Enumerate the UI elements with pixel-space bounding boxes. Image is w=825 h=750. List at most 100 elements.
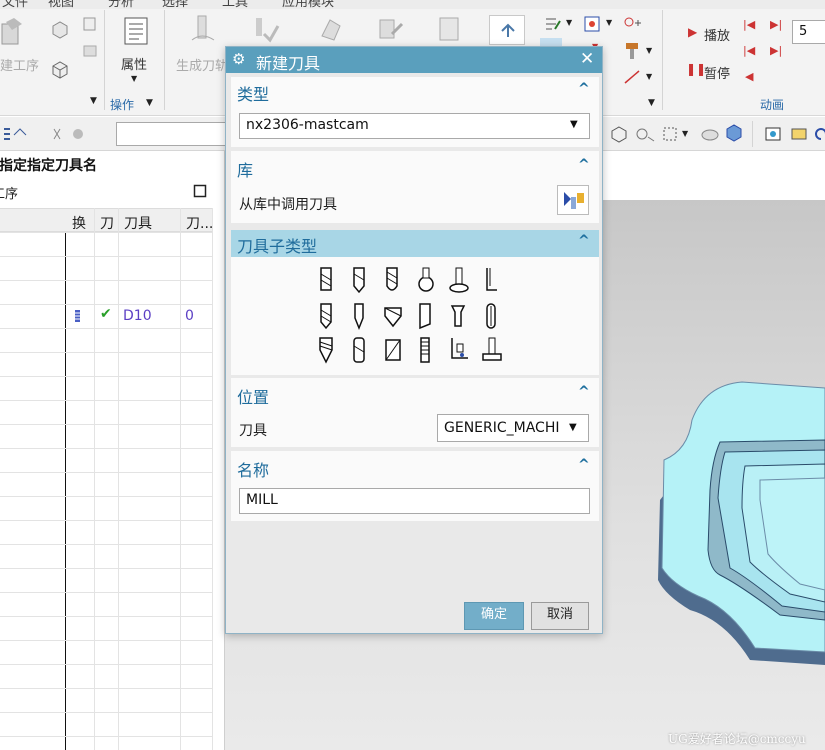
library-section-header[interactable]: 库	[237, 157, 253, 181]
dialog-titlebar[interactable]: ⚙ 新建刀具 ✕	[226, 47, 602, 73]
column-header-tool[interactable]: 刀具	[124, 213, 152, 233]
barrel-cutter-icon[interactable]	[481, 266, 501, 294]
tool-holder-icon[interactable]	[622, 40, 642, 62]
collapse-caret-icon[interactable]: ^	[578, 384, 590, 400]
edit-display-dropdown[interactable]: ▼	[566, 18, 572, 27]
rect-select-icon[interactable]	[662, 125, 678, 143]
step-start-icon[interactable]: |◀	[743, 18, 755, 31]
menu-view[interactable]: 视图	[48, 0, 74, 9]
collapse-caret-icon[interactable]: ^	[578, 157, 590, 173]
collapse-caret-icon[interactable]: ^	[578, 457, 590, 473]
refresh-icon[interactable]	[814, 125, 825, 143]
tool-holder-dropdown[interactable]: ▼	[646, 46, 652, 55]
cancel-button[interactable]: 取消	[531, 602, 589, 630]
step-forward-icon[interactable]: ▶|	[770, 44, 782, 57]
tool-name-input[interactable]: MILL	[239, 488, 590, 514]
generate-toolpath-button[interactable]: 生成刀轨	[172, 14, 228, 74]
list-icon[interactable]	[583, 15, 603, 33]
geometry-mini-icon[interactable]	[50, 60, 70, 80]
edit-display-icon[interactable]	[543, 15, 563, 33]
spot-drill-icon[interactable]	[349, 302, 369, 330]
verify-icon[interactable]	[250, 14, 280, 44]
view-icon[interactable]	[764, 125, 782, 143]
pause-label: 暂停	[704, 67, 731, 82]
snap-icon[interactable]	[52, 125, 92, 143]
rect-select-dropdown[interactable]: ▼	[682, 129, 688, 138]
collapse-caret-icon[interactable]: ^	[578, 81, 590, 97]
name-section-header[interactable]: 名称	[237, 457, 269, 481]
library-tool-icon	[564, 192, 584, 209]
step-end-icon[interactable]: ▶|	[770, 18, 782, 31]
display-toolpath-button[interactable]	[489, 15, 525, 45]
t-cutter-icon[interactable]	[448, 266, 470, 294]
cube-icon[interactable]	[724, 123, 744, 143]
subtype-section-header: 刀具子类型	[237, 237, 318, 256]
close-icon[interactable]: ✕	[580, 49, 594, 69]
mill-tool-icon[interactable]	[316, 266, 336, 294]
menu-select[interactable]: 选择	[162, 0, 188, 9]
list-dropdown[interactable]: ▼	[606, 18, 612, 27]
camera-icon[interactable]	[790, 125, 808, 143]
operations-group-label[interactable]: 操作	[110, 96, 134, 113]
simulate-icon[interactable]	[316, 14, 346, 44]
line-icon[interactable]	[622, 68, 642, 86]
retrieve-from-library-button[interactable]	[557, 185, 589, 215]
hollow-mill-icon[interactable]	[349, 336, 369, 364]
machine-icon[interactable]	[434, 14, 464, 44]
rewind-icon[interactable]: ◀	[745, 70, 753, 83]
column-header-toolpath[interactable]: 刀	[100, 213, 114, 233]
row-gridline	[0, 688, 212, 689]
filter-icon[interactable]	[2, 125, 28, 143]
menu-applications[interactable]: 应用模块	[282, 0, 334, 9]
saw-icon[interactable]	[415, 336, 435, 364]
location-section-header[interactable]: 位置	[237, 384, 269, 408]
menu-analysis[interactable]: 分析	[108, 0, 134, 9]
highlighted-tool-button[interactable]	[540, 38, 562, 46]
create-operation-button[interactable]: 建工序	[0, 14, 44, 74]
type-select[interactable]: nx2306-mastcam ▼	[239, 113, 590, 139]
menu-file[interactable]: 文件	[2, 0, 28, 9]
tool-location-select[interactable]: GENERIC_MACHI ▼	[437, 414, 589, 442]
step-back-icon[interactable]: |◀	[743, 44, 755, 57]
column-header-tool-number[interactable]: 刀...	[186, 213, 213, 233]
library-label: 从库中调用刀具	[239, 197, 337, 213]
reamer-icon[interactable]	[415, 302, 435, 330]
program-mini-icon[interactable]	[82, 42, 98, 58]
table-row[interactable]: ✔ D10 0	[0, 304, 212, 328]
form-tool-icon[interactable]	[481, 336, 503, 364]
line-dropdown[interactable]: ▼	[646, 72, 652, 81]
ball-mill-icon[interactable]	[382, 266, 402, 294]
method-mini-icon[interactable]	[82, 16, 98, 32]
counterbore-icon[interactable]	[382, 302, 404, 330]
tap-icon[interactable]	[448, 302, 468, 330]
subtype-header-bar[interactable]: 刀具子类型 ^	[231, 230, 599, 257]
shaded-icon[interactable]	[700, 125, 720, 143]
operations-group-arrow[interactable]: ▼	[146, 98, 153, 108]
part-model[interactable]	[650, 380, 825, 670]
boring-bar-icon[interactable]	[481, 302, 501, 330]
display-group-arrow[interactable]: ▼	[648, 98, 655, 108]
thread-mill-icon[interactable]	[316, 336, 336, 364]
play-button[interactable]: ▶ 播放	[684, 24, 742, 44]
spherical-mill-icon[interactable]	[415, 266, 437, 294]
menu-tools[interactable]: 工具	[222, 0, 248, 9]
row-gridline	[0, 616, 212, 617]
ok-button[interactable]: 确定	[464, 602, 524, 630]
chamfer-mill-icon[interactable]	[349, 266, 369, 294]
point-snap-icon[interactable]	[610, 125, 628, 143]
command-search-input[interactable]	[116, 122, 228, 146]
feature-icon[interactable]	[622, 15, 642, 33]
pause-button[interactable]: ❚❚ 暂停	[684, 62, 742, 82]
column-header-change[interactable]: 换	[72, 213, 86, 233]
drill-tool-icon[interactable]	[316, 302, 336, 330]
animation-speed-input[interactable]: 5	[792, 20, 825, 44]
type-section-header[interactable]: 类型	[237, 81, 269, 105]
properties-button[interactable]: 属性 ▼	[115, 14, 159, 88]
select-gear-icon[interactable]	[634, 125, 656, 143]
postprocess-icon[interactable]	[376, 14, 406, 44]
probe-icon[interactable]	[448, 336, 470, 364]
tool-mini-icon-1[interactable]	[50, 20, 70, 40]
maximize-icon[interactable]	[193, 184, 207, 198]
face-mill-icon[interactable]	[382, 336, 404, 364]
group-expand-arrow[interactable]: ▼	[90, 96, 97, 106]
